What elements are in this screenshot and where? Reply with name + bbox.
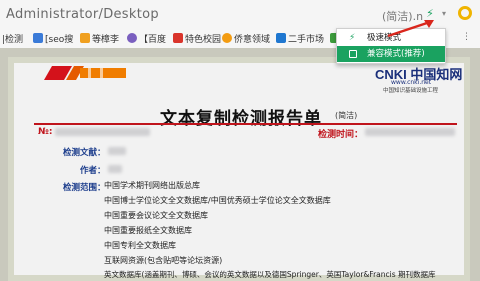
bookmark-item[interactable]: 特色校园 — [173, 32, 221, 45]
more-bookmarks-icon[interactable]: ⋮ — [462, 32, 471, 42]
bookmark-item[interactable]: 【百度 — [127, 32, 166, 45]
report-no-value — [55, 128, 150, 136]
author-label: 作者： — [80, 166, 106, 176]
report-title-suffix: (简洁) — [335, 111, 358, 120]
cnki-org: 中国知识基础设施工程 — [383, 88, 439, 94]
flag-icon — [80, 33, 90, 43]
scope-item: 中国专利全文数据库 — [104, 241, 176, 250]
campus-icon — [173, 33, 183, 43]
bookmark-item[interactable]: |检测 — [2, 32, 23, 45]
cnki-logo: CNKI 中国知网 www.cnki.net 中国知识基础设施工程 — [375, 64, 462, 94]
bookmark-item[interactable]: 二手市场 — [276, 32, 324, 45]
report-logo-icon — [44, 66, 126, 80]
ring-icon[interactable] — [458, 6, 472, 20]
bookmark-item[interactable]: 侨意领域 — [222, 32, 270, 45]
compat-mode-item[interactable]: 兼容模式(推荐) — [337, 46, 445, 62]
star-icon — [222, 33, 232, 43]
author-value — [108, 165, 122, 173]
report-title: 文本复制检测报告单 — [160, 109, 322, 129]
annotation-arrow-icon — [387, 20, 434, 38]
scope-item: 中国重要会议论文全文数据库 — [104, 211, 208, 220]
doc-label: 检测文献： — [63, 148, 106, 158]
compat-mode-icon — [349, 50, 357, 58]
bookmark-item[interactable]: [seo搜 — [33, 32, 73, 45]
scope-item: 英文数据库(涵盖期刊、博硕、会议的英文数据以及德国Springer、英国Tayl… — [104, 270, 436, 279]
lightning-icon: ⚡ — [349, 33, 356, 43]
page-icon — [33, 33, 43, 43]
scope-label: 检测范围： — [63, 183, 106, 193]
address-text[interactable]: Administrator/Desktop — [6, 7, 159, 22]
scope-item: 中国重要报纸全文数据库 — [104, 226, 192, 235]
check-time-value — [365, 128, 455, 136]
dropdown-arrow-icon[interactable]: ▾ — [438, 8, 450, 20]
scope-item: 互联网资源(包含贴吧等论坛资源) — [104, 256, 223, 265]
title-divider — [34, 123, 457, 125]
scope-item: 中国学术期刊网络出版总库 — [104, 181, 200, 190]
doc-value — [108, 147, 126, 155]
globe-icon — [127, 33, 137, 43]
cnki-url: www.cnki.net — [391, 79, 432, 86]
scope-item: 中国博士学位论文全文数据库/中国优秀硕士学位论文全文数据库 — [104, 196, 331, 205]
report-no-label: №: — [38, 127, 53, 137]
bookmark-item[interactable]: 等樟李 — [80, 32, 119, 45]
check-time-label: 检测时间： — [318, 130, 364, 140]
market-icon — [276, 33, 286, 43]
